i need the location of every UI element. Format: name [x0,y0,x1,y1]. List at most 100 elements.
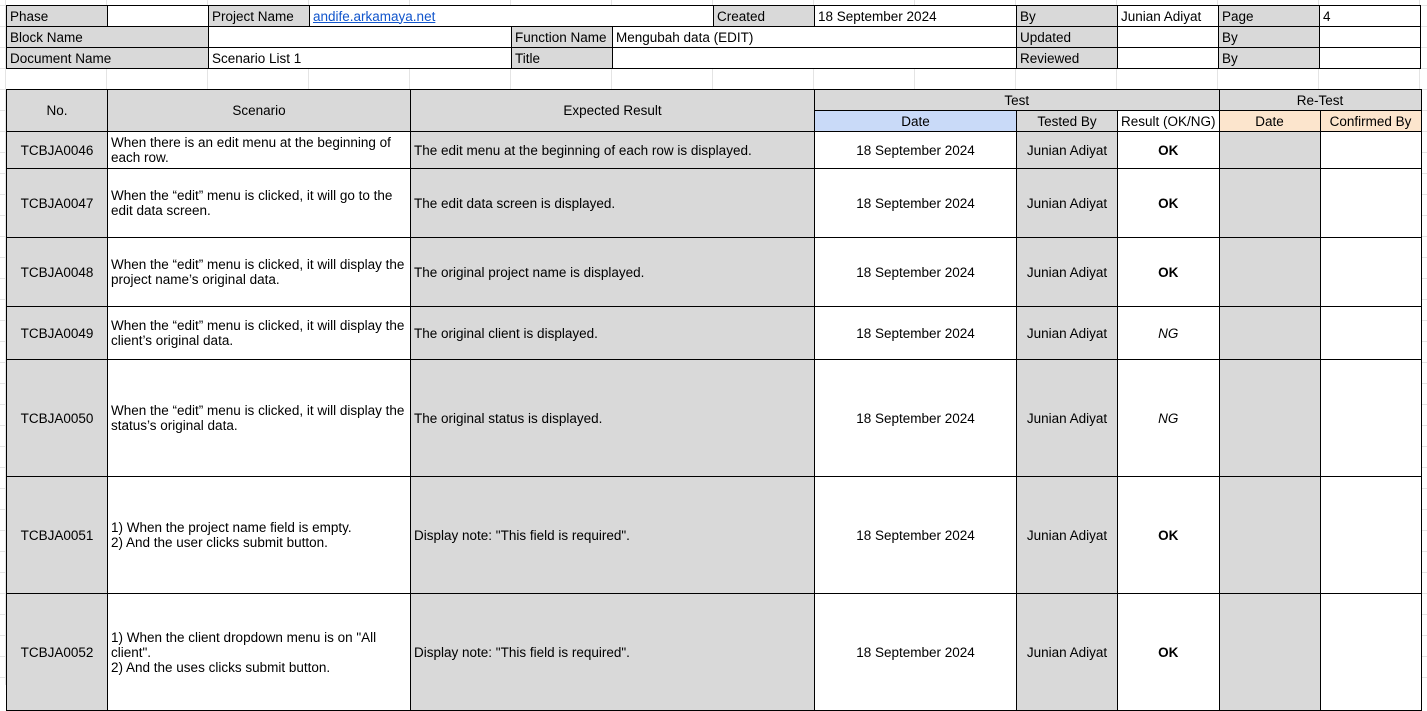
project-name-label[interactable]: Project Name [208,5,310,27]
row-confirmed-by-cell[interactable] [1319,359,1422,477]
row-retest-date-cell[interactable] [1218,237,1321,307]
row-tested-by-cell[interactable]: Junian Adiyat [1016,131,1118,169]
table-row[interactable]: TCBJA0050 When the “edit” menu is clicke… [6,359,1422,477]
row-retest-date-cell[interactable] [1218,306,1321,360]
row-scenario-cell[interactable]: When the “edit” menu is clicked, it will… [107,168,411,238]
row-tested-by-cell[interactable]: Junian Adiyat [1016,476,1118,594]
row-date-cell[interactable]: 18 September 2024 [814,593,1017,711]
updated-value[interactable] [1117,26,1219,48]
row-result-cell[interactable]: NG [1117,359,1220,477]
row-confirmed-by-cell[interactable] [1319,593,1422,711]
column-header-no[interactable]: No. [6,89,108,132]
row-tested-by-cell[interactable]: Junian Adiyat [1016,237,1118,307]
table-row[interactable]: TCBJA0052 1) When the client dropdown me… [6,593,1422,711]
row-tested-by-cell[interactable]: Junian Adiyat [1016,306,1118,360]
row-result-cell[interactable]: NG [1117,306,1220,360]
row-scenario-cell[interactable]: When the “edit” menu is clicked, it will… [107,237,411,307]
row-confirmed-by-cell[interactable] [1319,306,1422,360]
function-name-value[interactable]: Mengubah data (EDIT) [612,26,1017,48]
column-header-expected-result[interactable]: Expected Result [410,89,815,132]
reviewed-by-label[interactable]: By [1218,47,1320,69]
row-date-cell[interactable]: 18 September 2024 [814,237,1017,307]
reviewed-label[interactable]: Reviewed [1016,47,1118,69]
row-no-cell[interactable]: TCBJA0047 [6,168,108,238]
table-row[interactable]: TCBJA0046 When there is an edit menu at … [6,131,1422,169]
row-confirmed-by-cell[interactable] [1319,476,1422,594]
column-header-tested-by[interactable]: Tested By [1016,110,1118,132]
document-name-value[interactable]: Scenario List 1 [208,47,512,69]
block-name-value[interactable] [208,26,512,48]
row-expected-cell[interactable]: Display note: "This field is required". [410,476,815,594]
row-retest-date-cell[interactable] [1218,168,1321,238]
row-expected-cell[interactable]: The original client is displayed. [410,306,815,360]
page-label[interactable]: Page [1218,5,1320,27]
column-header-retest-date[interactable]: Date [1218,110,1321,132]
by-label[interactable]: By [1016,5,1118,27]
row-date-cell[interactable]: 18 September 2024 [814,131,1017,169]
document-name-label[interactable]: Document Name [6,47,209,69]
column-header-scenario[interactable]: Scenario [107,89,411,132]
updated-by-value[interactable] [1319,26,1421,48]
row-confirmed-by-cell[interactable] [1319,168,1422,238]
row-tested-by-cell[interactable]: Junian Adiyat [1016,168,1118,238]
table-row[interactable]: TCBJA0049 When the “edit” menu is clicke… [6,306,1422,360]
row-retest-date-cell[interactable] [1218,593,1321,711]
row-date-cell[interactable]: 18 September 2024 [814,306,1017,360]
column-header-confirmed-by[interactable]: Confirmed By [1319,110,1422,132]
row-retest-date-cell[interactable] [1218,131,1321,169]
row-tested-by-cell[interactable]: Junian Adiyat [1016,593,1118,711]
title-value[interactable] [612,47,1017,69]
phase-label[interactable]: Phase [6,5,108,27]
row-confirmed-by-cell[interactable] [1319,237,1422,307]
row-expected-cell[interactable]: The original project name is displayed. [410,237,815,307]
updated-by-label[interactable]: By [1218,26,1320,48]
row-scenario-cell[interactable]: When the “edit” menu is clicked, it will… [107,306,411,360]
reviewed-by-value[interactable] [1319,47,1421,69]
row-expected-cell[interactable]: The original status is displayed. [410,359,815,477]
row-expected-cell[interactable]: The edit menu at the beginning of each r… [410,131,815,169]
row-scenario-cell[interactable]: When there is an edit menu at the beginn… [107,131,411,169]
column-header-test[interactable]: Test [814,89,1220,111]
reviewed-value[interactable] [1117,47,1219,69]
page-value[interactable]: 4 [1319,5,1421,27]
table-row[interactable]: TCBJA0051 1) When the project name field… [6,476,1422,594]
row-result-cell[interactable]: OK [1117,168,1220,238]
row-retest-date-cell[interactable] [1218,359,1321,477]
row-result-cell[interactable]: OK [1117,131,1220,169]
row-expected-cell[interactable]: Display note: "This field is required". [410,593,815,711]
created-value[interactable]: 18 September 2024 [814,5,1017,27]
title-label[interactable]: Title [511,47,613,69]
row-no-cell[interactable]: TCBJA0046 [6,131,108,169]
table-row[interactable]: TCBJA0047 When the “edit” menu is clicke… [6,168,1422,238]
row-expected-cell[interactable]: The edit data screen is displayed. [410,168,815,238]
phase-value[interactable] [107,5,209,27]
row-no-cell[interactable]: TCBJA0050 [6,359,108,477]
row-confirmed-by-cell[interactable] [1319,131,1422,169]
project-name-link[interactable]: andife.arkamaya.net [309,5,714,27]
row-result-cell[interactable]: OK [1117,593,1220,711]
row-scenario-cell[interactable]: 1) When the project name field is empty.… [107,476,411,594]
column-header-retest[interactable]: Re-Test [1218,89,1422,111]
row-no-cell[interactable]: TCBJA0048 [6,237,108,307]
row-retest-date-cell[interactable] [1218,476,1321,594]
row-result-cell[interactable]: OK [1117,476,1220,594]
created-label[interactable]: Created [713,5,815,27]
row-date-cell[interactable]: 18 September 2024 [814,168,1017,238]
document-header-table: Phase Project Name andife.arkamaya.net C… [6,5,1421,69]
row-tested-by-cell[interactable]: Junian Adiyat [1016,359,1118,477]
row-scenario-cell[interactable]: 1) When the client dropdown menu is on "… [107,593,411,711]
column-header-test-date[interactable]: Date [814,110,1017,132]
column-header-result[interactable]: Result (OK/NG) [1117,110,1220,132]
function-name-label[interactable]: Function Name [511,26,613,48]
table-row[interactable]: TCBJA0048 When the “edit” menu is clicke… [6,237,1422,307]
row-no-cell[interactable]: TCBJA0051 [6,476,108,594]
row-no-cell[interactable]: TCBJA0052 [6,593,108,711]
block-name-label[interactable]: Block Name [6,26,209,48]
row-no-cell[interactable]: TCBJA0049 [6,306,108,360]
updated-label[interactable]: Updated [1016,26,1118,48]
by-value[interactable]: Junian Adiyat [1117,5,1219,27]
row-scenario-cell[interactable]: When the “edit” menu is clicked, it will… [107,359,411,477]
row-result-cell[interactable]: OK [1117,237,1220,307]
row-date-cell[interactable]: 18 September 2024 [814,359,1017,477]
row-date-cell[interactable]: 18 September 2024 [814,476,1017,594]
